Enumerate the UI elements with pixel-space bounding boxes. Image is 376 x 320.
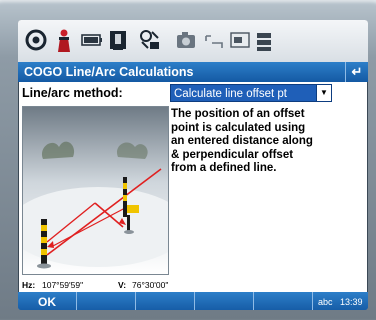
hz-label: Hz: xyxy=(22,280,36,290)
measure-icon[interactable] xyxy=(202,28,226,52)
method-label: Line/arc method: xyxy=(22,86,123,100)
back-icon[interactable]: ↵ xyxy=(345,62,368,82)
surveyor-icon[interactable] xyxy=(52,28,76,52)
status-line: Hz: 107°59'59" V: 76°30'00" xyxy=(18,278,368,292)
description-line: & perpendicular offset xyxy=(171,148,294,161)
title-bar: COGO Line/Arc Calculations ↵ xyxy=(18,62,368,82)
hz-value: 107°59'59" xyxy=(42,280,84,290)
camera-icon[interactable] xyxy=(174,28,198,52)
description-line: point is calculated using xyxy=(171,121,306,134)
description-line: from a defined line. xyxy=(171,162,277,175)
satellite-icon[interactable] xyxy=(138,28,162,52)
softkey-5[interactable] xyxy=(254,292,313,310)
battery-icon xyxy=(80,28,104,52)
instrument-icon[interactable] xyxy=(106,28,130,52)
signal-icon xyxy=(254,28,278,52)
ok-button[interactable]: OK xyxy=(18,292,77,310)
card-icon[interactable] xyxy=(228,28,252,52)
device-body: COGO Line/Arc Calculations ↵ Line/arc me… xyxy=(0,0,376,320)
screen: COGO Line/Arc Calculations ↵ Line/arc me… xyxy=(18,20,368,310)
headset-icon[interactable] xyxy=(24,28,48,52)
chevron-down-icon[interactable]: ▼ xyxy=(316,85,331,101)
method-select-value: Calculate line offset pt xyxy=(174,88,287,100)
softkey-3[interactable] xyxy=(136,292,195,310)
softkey-4[interactable] xyxy=(195,292,254,310)
input-mode: abc xyxy=(318,297,333,307)
description-line: an entered distance along xyxy=(171,135,313,148)
clock: 13:39 xyxy=(340,297,363,307)
method-select[interactable]: Calculate line offset pt ▼ xyxy=(170,84,332,102)
v-value: 76°30'00" xyxy=(132,280,169,290)
line-offset-illustration xyxy=(22,106,169,275)
window-title: COGO Line/Arc Calculations xyxy=(24,65,194,79)
softkey-2[interactable] xyxy=(77,292,136,310)
softkey-bar: OK abc 13:39 xyxy=(18,292,368,310)
v-label: V: xyxy=(118,280,127,290)
description-line: The position of an offset xyxy=(171,108,305,120)
toolbar xyxy=(18,20,368,63)
method-description: The position of an offset point is calcu… xyxy=(171,108,331,176)
